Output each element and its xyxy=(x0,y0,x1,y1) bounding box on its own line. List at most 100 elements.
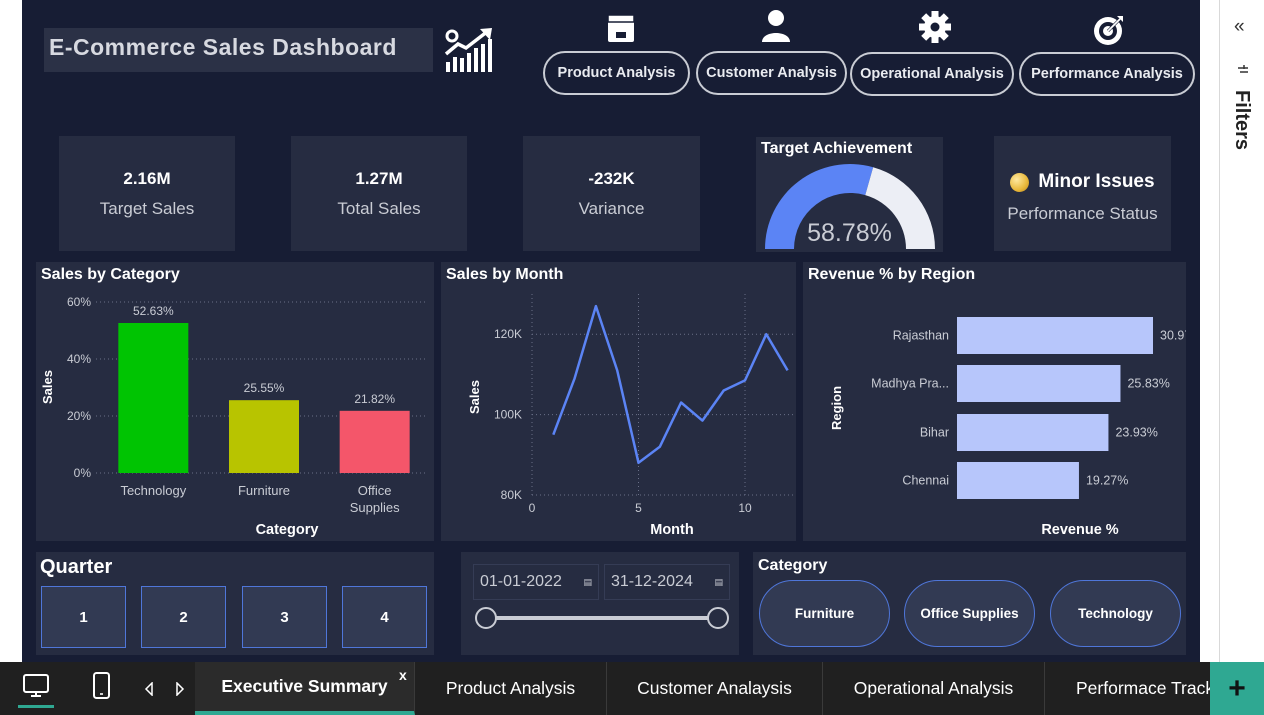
x-axis-title: Month xyxy=(650,522,693,538)
quarter-option-4[interactable]: 4 xyxy=(342,586,427,648)
category-option-technology[interactable]: Technology xyxy=(1050,580,1181,647)
data-label: 19.27% xyxy=(1086,474,1128,488)
category-slicer-title: Category xyxy=(758,557,828,574)
kpi-value: 1.27M xyxy=(355,168,403,188)
add-page-button[interactable]: + xyxy=(1210,662,1264,715)
tab-label: Executive Summary xyxy=(221,676,388,696)
x-tick-label: 5 xyxy=(635,501,642,515)
x-tick-label: 0 xyxy=(529,501,536,515)
start-date-field[interactable]: 01-01-2022 ▤ xyxy=(473,564,599,600)
gauge-value: 58.78% xyxy=(807,219,892,247)
bar xyxy=(957,365,1121,402)
package-icon xyxy=(603,10,639,46)
y-tick-label: 120K xyxy=(494,327,522,341)
x-axis-title: Revenue % xyxy=(1041,522,1118,538)
kpi-card-target-sales: 2.16M Target Sales xyxy=(59,136,235,251)
nav-product-analysis-button[interactable]: Product Analysis xyxy=(543,51,690,95)
y-tick-label: 20% xyxy=(67,409,91,423)
data-label: 30.97% xyxy=(1160,329,1186,343)
dashboard-title: E-Commerce Sales Dashboard xyxy=(44,28,433,72)
filter-icon[interactable] xyxy=(1237,64,1249,76)
date-slider-start-handle[interactable] xyxy=(475,607,497,629)
data-label: 23.93% xyxy=(1115,426,1157,440)
data-label: 21.82% xyxy=(354,392,395,406)
tab-label: Performace Tracking xyxy=(1076,678,1210,698)
nav-customer-analysis-button[interactable]: Customer Analysis xyxy=(696,51,847,95)
bar xyxy=(957,317,1153,354)
x-tick-label: Technology xyxy=(120,483,186,498)
quarter-slicer: Quarter 1 2 3 4 xyxy=(36,552,434,655)
data-label: 25.55% xyxy=(244,381,285,395)
y-tick-label: 100K xyxy=(494,408,522,422)
y-tick-label: 80K xyxy=(501,488,522,502)
x-tick-label: 10 xyxy=(738,501,752,515)
desktop-view-icon[interactable] xyxy=(18,670,54,710)
report-app: E-Commerce Sales Dashboard Product Analy… xyxy=(0,0,1264,715)
y-axis-title: Sales xyxy=(40,370,55,404)
y-axis-title: Sales xyxy=(467,380,482,414)
bar xyxy=(118,323,189,473)
tab-performace-tracking[interactable]: Performace Tracking xyxy=(1045,662,1210,715)
quarter-option-3[interactable]: 3 xyxy=(242,586,327,648)
kpi-label: Total Sales xyxy=(337,198,421,218)
gear-icon xyxy=(917,9,953,45)
chart-growth-logo-icon xyxy=(442,26,496,76)
status-line: Minor Issues xyxy=(994,171,1171,193)
filters-label[interactable]: Filters xyxy=(1230,90,1253,150)
mobile-view-icon[interactable] xyxy=(92,672,112,700)
series-line xyxy=(552,304,789,465)
person-icon xyxy=(758,8,794,44)
category-slicer: Category Furniture Office Supplies Techn… xyxy=(753,552,1186,655)
tab-label: Operational Analysis xyxy=(853,678,1014,698)
status-label: Performance Status xyxy=(1007,204,1158,223)
x-tick-label: Office xyxy=(358,483,392,498)
revenue-by-region-chart-card: Revenue % by Region Rajasthan30.97%Madhy… xyxy=(803,262,1186,541)
report-canvas: E-Commerce Sales Dashboard Product Analy… xyxy=(22,0,1200,662)
tab-label: Customer Analaysis xyxy=(637,678,792,698)
calendar-icon[interactable]: ▤ xyxy=(583,577,592,588)
tab-executive-summary[interactable]: Executive Summary xyxy=(195,662,415,715)
performance-status-card: Minor Issues Performance Status xyxy=(994,136,1171,251)
data-label: 25.83% xyxy=(1127,377,1169,391)
status-dot-icon xyxy=(1010,172,1030,192)
collapse-pane-icon[interactable]: « xyxy=(1234,16,1245,38)
calendar-icon[interactable]: ▤ xyxy=(714,577,723,588)
sales-by-month-chart: 80K 100K 120K 0 5 10 Month Sales xyxy=(467,294,794,538)
tab-close-icon[interactable]: x xyxy=(399,667,407,683)
bar xyxy=(957,462,1079,499)
sales-by-month-chart-card: Sales by Month 80K 100K 120K 0 5 10 Month Sales xyxy=(441,262,796,541)
tab-product-analysis[interactable]: Product Analysis xyxy=(415,662,607,715)
category-option-office-supplies[interactable]: Office Supplies xyxy=(904,580,1035,647)
y-tick-label: Bihar xyxy=(920,426,949,440)
bar xyxy=(339,410,410,473)
start-date-value: 01-01-2022 xyxy=(480,573,562,590)
category-option-furniture[interactable]: Furniture xyxy=(759,580,890,647)
x-axis-title: Category xyxy=(256,522,319,538)
y-axis-title: Region xyxy=(829,386,844,430)
sales-by-category-chart-card: Sales by Category 0% 20% 40% 60% 52.63% Techn… xyxy=(36,262,434,541)
nav-performance-analysis-button[interactable]: Performance Analysis xyxy=(1019,52,1195,96)
kpi-value: -232K xyxy=(588,168,635,188)
kpi-card-variance: -232K Variance xyxy=(523,136,700,251)
quarter-option-1[interactable]: 1 xyxy=(41,586,126,648)
end-date-value: 31-12-2024 xyxy=(611,573,693,590)
date-range-slicer: 01-01-2022 ▤ 31-12-2024 ▤ xyxy=(461,552,739,655)
y-tick-label: 60% xyxy=(67,295,91,309)
sales-by-category-chart: 0% 20% 40% 60% 52.63% Technology 25.55% Furnitu… xyxy=(40,295,428,538)
bar xyxy=(957,414,1109,451)
kpi-value: 2.16M xyxy=(123,168,171,188)
end-date-field[interactable]: 31-12-2024 ▤ xyxy=(604,564,730,600)
date-slider-end-handle[interactable] xyxy=(707,607,729,629)
revenue-by-region-chart: Rajasthan 30.97% Madhya Pra... 25.83% Bihar 2… xyxy=(829,317,1186,538)
tab-label: Product Analysis xyxy=(445,678,576,698)
tab-customer-analaysis[interactable]: Customer Analaysis xyxy=(607,662,823,715)
status-text: Minor Issues xyxy=(1038,171,1155,192)
next-page-icon[interactable] xyxy=(175,681,185,697)
data-label: 52.63% xyxy=(133,304,174,318)
prev-page-icon[interactable] xyxy=(144,681,154,697)
nav-operational-analysis-button[interactable]: Operational Analysis xyxy=(850,52,1014,96)
tab-operational-analysis[interactable]: Operational Analysis xyxy=(823,662,1045,715)
date-slider-track[interactable] xyxy=(486,616,718,620)
quarter-slicer-title: Quarter xyxy=(40,556,113,578)
quarter-option-2[interactable]: 2 xyxy=(141,586,226,648)
